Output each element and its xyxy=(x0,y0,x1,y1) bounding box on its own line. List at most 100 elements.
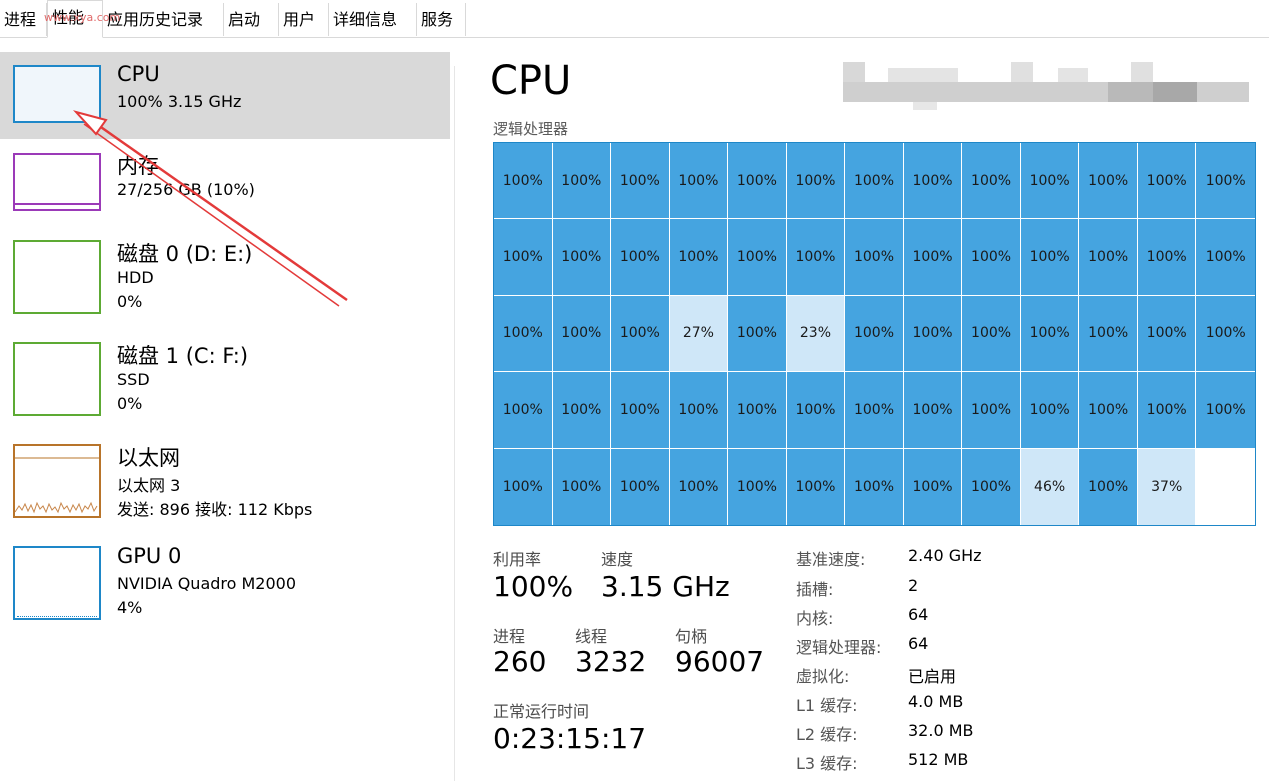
resource-disk-1[interactable]: 磁盘 1 (C: F:) SSD 0% xyxy=(0,330,450,430)
ethernet-sparkline xyxy=(15,457,99,514)
panel-divider xyxy=(454,66,455,781)
spec-value: 64 xyxy=(908,605,929,624)
logical-processors-label: 逻辑处理器 xyxy=(493,120,569,138)
redacted-cpu-model xyxy=(843,60,1249,110)
core-cell: 100% xyxy=(1079,143,1138,220)
core-cell: 100% xyxy=(552,295,612,373)
spec-value: 已启用 xyxy=(908,667,957,686)
utilization-value: 100% xyxy=(493,570,574,603)
resource-ethernet[interactable]: 以太网 以太网 3 发送: 896 接收: 112 Kbps xyxy=(0,432,450,532)
core-cell: 100% xyxy=(1020,219,1080,296)
core-cell: 100% xyxy=(1196,295,1255,373)
core-cell: 100% xyxy=(845,219,904,296)
resource-subtitle: SSD xyxy=(117,370,150,389)
core-cell: 100% xyxy=(1196,219,1255,296)
spec-value: 2 xyxy=(908,576,919,595)
core-cell: 100% xyxy=(552,372,612,449)
core-cell: 100% xyxy=(962,295,1021,373)
spec-value: 64 xyxy=(908,634,929,653)
resource-usage: 4% xyxy=(117,598,143,617)
tab-processes[interactable]: 进程 xyxy=(0,3,47,36)
core-cell: 100% xyxy=(786,372,846,449)
memory-graph-thumbnail xyxy=(13,153,101,211)
core-cell: 100% xyxy=(669,143,729,220)
core-cell: 100% xyxy=(786,219,846,296)
spec-label: L2 缓存: xyxy=(796,725,858,744)
core-cell: 100% xyxy=(1137,219,1197,296)
core-cell: 100% xyxy=(962,448,1021,525)
uptime-label: 正常运行时间 xyxy=(493,702,590,721)
resource-title: 内存 xyxy=(117,154,159,178)
resource-title: GPU 0 xyxy=(117,544,182,568)
core-cell: 27% xyxy=(669,295,729,373)
resource-subtitle: 27/256 GB (10%) xyxy=(117,180,255,199)
core-cell: 100% xyxy=(845,448,904,525)
gpu-graph-thumbnail xyxy=(13,546,101,620)
tab-startup[interactable]: 启动 xyxy=(224,3,279,36)
threads-value: 3232 xyxy=(575,645,647,678)
core-cell: 100% xyxy=(962,372,1021,449)
core-cell: 100% xyxy=(1137,295,1197,373)
cpu-graph-thumbnail xyxy=(13,65,101,123)
spec-label: 逻辑处理器: xyxy=(796,638,882,657)
spec-label: L3 缓存: xyxy=(796,754,858,773)
core-cell: 100% xyxy=(1020,295,1080,373)
resource-title: 磁盘 0 (D: E:) xyxy=(117,242,253,266)
core-cell: 100% xyxy=(494,295,553,373)
resource-usage: 0% xyxy=(117,292,143,311)
core-cell: 100% xyxy=(1079,219,1138,296)
core-cell: 100% xyxy=(1079,295,1138,373)
threads-label: 线程 xyxy=(575,627,608,646)
core-cell: 100% xyxy=(845,143,904,220)
spec-value: 2.40 GHz xyxy=(908,546,982,565)
core-cell: 100% xyxy=(494,143,553,220)
ethernet-graph-thumbnail xyxy=(13,444,101,518)
uptime-value: 0:23:15:17 xyxy=(493,722,647,755)
spec-value: 32.0 MB xyxy=(908,721,974,740)
tab-details[interactable]: 详细信息 xyxy=(329,3,417,36)
core-cell: 100% xyxy=(728,372,787,449)
core-cell: 100% xyxy=(728,219,787,296)
core-cell: 100% xyxy=(1137,143,1197,220)
core-cell: 23% xyxy=(786,295,846,373)
tab-users[interactable]: 用户 xyxy=(279,3,329,36)
spec-label: 虚拟化: xyxy=(796,667,850,686)
resource-list: CPU 100% 3.15 GHz 内存 27/256 GB (10%) 磁盘 … xyxy=(0,52,450,781)
core-cell: 100% xyxy=(552,143,612,220)
tab-app-history[interactable]: 应用历史记录 xyxy=(103,3,224,36)
core-cell: 100% xyxy=(1079,448,1138,525)
core-cell: 100% xyxy=(611,143,670,220)
resource-title: CPU xyxy=(117,62,160,86)
handles-label: 句柄 xyxy=(675,627,708,646)
tab-bar: 进程 性能 应用历史记录 启动 用户 详细信息 服务 www.xya.com xyxy=(0,0,1269,38)
resource-title: 以太网 xyxy=(117,446,180,470)
core-cell: 100% xyxy=(728,143,787,220)
spec-label: L1 缓存: xyxy=(796,696,858,715)
resource-disk-0[interactable]: 磁盘 0 (D: E:) HDD 0% xyxy=(0,228,450,328)
core-cell: 100% xyxy=(728,448,787,525)
core-cell: 100% xyxy=(494,448,553,525)
core-cell: 100% xyxy=(903,295,963,373)
tab-services[interactable]: 服务 xyxy=(417,3,466,36)
resource-gpu[interactable]: GPU 0 NVIDIA Quadro M2000 4% xyxy=(0,534,450,634)
core-cell: 100% xyxy=(1137,372,1197,449)
core-cell: 100% xyxy=(903,219,963,296)
disk-graph-thumbnail xyxy=(13,240,101,314)
core-cell: 100% xyxy=(669,448,729,525)
core-cell: 100% xyxy=(611,219,670,296)
core-cell: 100% xyxy=(611,295,670,373)
processes-value: 260 xyxy=(493,645,547,678)
core-cell xyxy=(1196,448,1255,525)
resource-memory[interactable]: 内存 27/256 GB (10%) xyxy=(0,140,450,227)
core-cell: 100% xyxy=(494,219,553,296)
core-cell: 100% xyxy=(1020,372,1080,449)
resource-cpu[interactable]: CPU 100% 3.15 GHz xyxy=(0,52,450,139)
resource-subtitle: 以太网 3 xyxy=(117,476,181,495)
core-cell: 100% xyxy=(903,372,963,449)
speed-label: 速度 xyxy=(601,550,634,569)
page-title: CPU xyxy=(490,58,572,104)
core-cell: 100% xyxy=(1196,372,1255,449)
speed-value: 3.15 GHz xyxy=(601,570,730,603)
handles-value: 96007 xyxy=(675,645,765,678)
resource-subtitle: 100% 3.15 GHz xyxy=(117,92,242,111)
